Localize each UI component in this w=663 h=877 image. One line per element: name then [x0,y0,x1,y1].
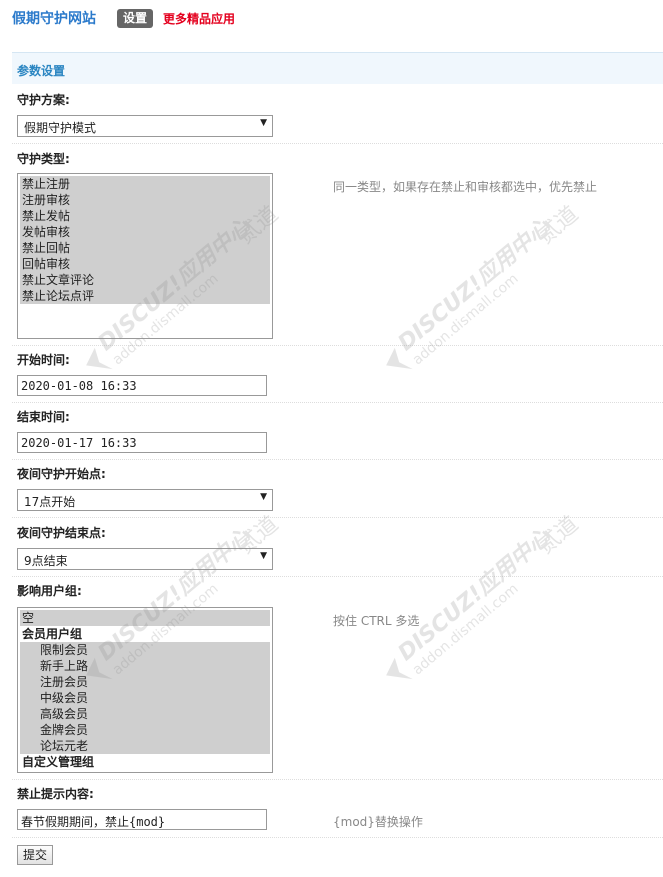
tab-settings[interactable]: 设置 [117,8,154,28]
groups-listbox[interactable]: 空 会员用户组 限制会员 新手上路 注册会员 中级会员 高级会员 金牌会员 论坛元老 自定义… [17,607,273,773]
top-bar: 假期守护网站 设置 更多精品应用 [12,7,235,29]
member-group-option[interactable]: 限制会员 [20,642,270,658]
group-header-custom: 自定义管理组 [20,754,270,770]
divider [12,837,663,838]
divider [12,576,663,577]
night-start-label: 夜间守护开始点: [17,467,106,481]
type-option[interactable]: 禁止论坛点评 [20,288,270,304]
types-label: 守护类型: [17,152,70,166]
scheme-select-value: 假期守护模式 [24,121,97,135]
divider [12,459,663,460]
night-start-value: 17点开始 [24,495,76,509]
scheme-select[interactable]: 假期守护模式 ▼ [17,115,273,137]
type-option[interactable]: 注册审核 [20,192,270,208]
member-group-option[interactable]: 中级会员 [20,690,270,706]
end-time-input[interactable]: 2020-01-17 16:33 [17,432,267,453]
watermark-line2: addon.dismall.com [410,271,522,369]
groups-label: 影响用户组: [17,584,82,598]
watermark-logo: DISCUZ!应用中心 addon.dismall.com 贰道 [386,512,584,680]
section-title: 参数设置 [12,52,663,84]
watermark-mark: 贰道 [534,512,584,559]
end-time-label: 结束时间: [17,410,70,424]
type-option[interactable]: 回帖审核 [20,256,270,272]
watermark-line1: DISCUZ!应用中心 [393,213,556,356]
types-listbox[interactable]: 禁止注册 注册审核 禁止发帖 发帖审核 禁止回帖 回帖审核 禁止文章评论 禁止论坛点评 [17,173,273,339]
divider [12,143,663,144]
watermark-mark: 贰道 [534,202,584,249]
type-option[interactable]: 禁止注册 [20,176,270,192]
dropdown-arrow-icon: ▼ [260,492,267,502]
type-option[interactable]: 禁止发帖 [20,208,270,224]
start-time-input[interactable]: 2020-01-08 16:33 [17,375,267,396]
group-option-empty[interactable]: 空 [20,610,270,626]
night-end-value: 9点结束 [24,554,68,568]
dropdown-arrow-icon: ▼ [260,118,267,128]
start-time-label: 开始时间: [17,353,70,367]
watermark-line1: DISCUZ!应用中心 [393,523,556,666]
night-end-select[interactable]: 9点结束 ▼ [17,548,273,570]
more-apps-link[interactable]: 更多精品应用 [163,10,235,27]
message-label: 禁止提示内容: [17,787,94,801]
divider [12,779,663,780]
message-input[interactable]: 春节假期期间，禁止{mod} [17,809,267,830]
type-option[interactable]: 禁止文章评论 [20,272,270,288]
divider [12,402,663,403]
group-header-member: 会员用户组 [20,626,270,642]
divider [12,345,663,346]
type-option[interactable]: 禁止回帖 [20,240,270,256]
watermark-logo: DISCUZ!应用中心 addon.dismall.com 贰道 [386,202,584,370]
member-group-option[interactable]: 论坛元老 [20,738,270,754]
member-group-option[interactable]: 新手上路 [20,658,270,674]
submit-button[interactable]: 提交 [17,845,54,865]
message-tip: {mod}替换操作 [333,815,423,829]
dropdown-arrow-icon: ▼ [260,551,267,561]
night-start-select[interactable]: 17点开始 ▼ [17,489,273,511]
member-group-option[interactable]: 注册会员 [20,674,270,690]
member-group-option[interactable]: 金牌会员 [20,722,270,738]
divider [12,517,663,518]
scheme-label: 守护方案: [17,93,70,107]
watermark-line2: addon.dismall.com [410,581,522,679]
types-tip: 同一类型，如果存在禁止和审核都选中，优先禁止 [333,180,598,194]
type-option[interactable]: 发帖审核 [20,224,270,240]
member-group-option[interactable]: 高级会员 [20,706,270,722]
night-end-label: 夜间守护结束点: [17,526,106,540]
app-title[interactable]: 假期守护网站 [12,8,96,28]
groups-tip: 按住 CTRL 多选 [333,614,420,628]
